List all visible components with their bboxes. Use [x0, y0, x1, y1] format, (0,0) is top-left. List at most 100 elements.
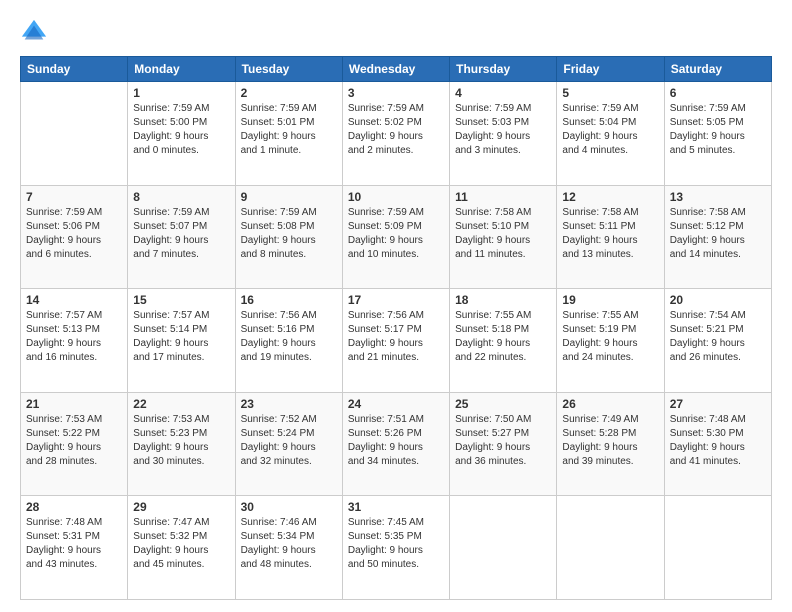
- day-number: 10: [348, 190, 444, 204]
- calendar-cell: 1 Sunrise: 7:59 AM Sunset: 5:00 PM Daylig…: [128, 82, 235, 186]
- calendar-cell: [664, 496, 771, 600]
- day-info: Sunrise: 7:59 AM Sunset: 5:04 PM Dayligh…: [562, 102, 658, 158]
- day-number: 14: [26, 293, 122, 307]
- day-info: Sunrise: 7:59 AM Sunset: 5:01 PM Dayligh…: [241, 102, 337, 158]
- day-number: 23: [241, 397, 337, 411]
- calendar-cell: 12Sunrise: 7:58 AM Sunset: 5:11 PM Dayli…: [557, 185, 664, 289]
- calendar-cell: 27Sunrise: 7:48 AM Sunset: 5:30 PM Dayli…: [664, 392, 771, 496]
- calendar-week-row: 28Sunrise: 7:48 AM Sunset: 5:31 PM Dayli…: [21, 496, 772, 600]
- calendar-cell: [21, 82, 128, 186]
- calendar-cell: 19 Sunrise: 7:55 AM Sunset: 5:19 PM Dayli…: [557, 289, 664, 393]
- calendar-cell: 25 Sunrise: 7:50 AM Sunset: 5:27 PM Dayli…: [450, 392, 557, 496]
- day-number: 7: [26, 190, 122, 204]
- day-info: Sunrise: 7:59 AM Sunset: 5:03 PM Dayligh…: [455, 102, 551, 158]
- header-day: Friday: [557, 57, 664, 82]
- day-number: 2: [241, 86, 337, 100]
- calendar-cell: 9 Sunrise: 7:59 AM Sunset: 5:08 PM Daylig…: [235, 185, 342, 289]
- day-number: 29: [133, 500, 229, 514]
- calendar-cell: 26 Sunrise: 7:49 AM Sunset: 5:28 PM Dayli…: [557, 392, 664, 496]
- calendar-cell: 22Sunrise: 7:53 AM Sunset: 5:23 PM Dayli…: [128, 392, 235, 496]
- day-info: Sunrise: 7:47 AM Sunset: 5:32 PM Dayligh…: [133, 516, 229, 572]
- day-number: 4: [455, 86, 551, 100]
- day-info: Sunrise: 7:58 AM Sunset: 5:11 PM Dayligh…: [562, 206, 658, 262]
- calendar-cell: 31 Sunrise: 7:45 AM Sunset: 5:35 PM Dayli…: [342, 496, 449, 600]
- day-info: Sunrise: 7:58 AM Sunset: 5:12 PM Dayligh…: [670, 206, 766, 262]
- day-number: 17: [348, 293, 444, 307]
- calendar-cell: 17 Sunrise: 7:56 AM Sunset: 5:17 PM Dayli…: [342, 289, 449, 393]
- calendar-header: SundayMondayTuesdayWednesdayThursdayFrid…: [21, 57, 772, 82]
- day-info: Sunrise: 7:48 AM Sunset: 5:31 PM Dayligh…: [26, 516, 122, 572]
- calendar-cell: 8 Sunrise: 7:59 AM Sunset: 5:07 PM Daylig…: [128, 185, 235, 289]
- calendar-cell: 3Sunrise: 7:59 AM Sunset: 5:02 PM Daylig…: [342, 82, 449, 186]
- page: SundayMondayTuesdayWednesdayThursdayFrid…: [0, 0, 792, 612]
- day-number: 15: [133, 293, 229, 307]
- day-info: Sunrise: 7:48 AM Sunset: 5:30 PM Dayligh…: [670, 413, 766, 469]
- day-number: 20: [670, 293, 766, 307]
- day-number: 21: [26, 397, 122, 411]
- calendar-cell: 21 Sunrise: 7:53 AM Sunset: 5:22 PM Dayli…: [21, 392, 128, 496]
- day-info: Sunrise: 7:50 AM Sunset: 5:27 PM Dayligh…: [455, 413, 551, 469]
- day-info: Sunrise: 7:59 AM Sunset: 5:08 PM Dayligh…: [241, 206, 337, 262]
- calendar-cell: 29 Sunrise: 7:47 AM Sunset: 5:32 PM Dayli…: [128, 496, 235, 600]
- day-info: Sunrise: 7:51 AM Sunset: 5:26 PM Dayligh…: [348, 413, 444, 469]
- calendar-cell: 18Sunrise: 7:55 AM Sunset: 5:18 PM Dayli…: [450, 289, 557, 393]
- day-number: 25: [455, 397, 551, 411]
- day-number: 30: [241, 500, 337, 514]
- day-info: Sunrise: 7:45 AM Sunset: 5:35 PM Dayligh…: [348, 516, 444, 572]
- day-number: 8: [133, 190, 229, 204]
- calendar-cell: 13 Sunrise: 7:58 AM Sunset: 5:12 PM Dayli…: [664, 185, 771, 289]
- calendar-cell: 4 Sunrise: 7:59 AM Sunset: 5:03 PM Daylig…: [450, 82, 557, 186]
- calendar-cell: [557, 496, 664, 600]
- day-info: Sunrise: 7:56 AM Sunset: 5:17 PM Dayligh…: [348, 309, 444, 365]
- day-info: Sunrise: 7:59 AM Sunset: 5:00 PM Dayligh…: [133, 102, 229, 158]
- day-info: Sunrise: 7:46 AM Sunset: 5:34 PM Dayligh…: [241, 516, 337, 572]
- day-number: 19: [562, 293, 658, 307]
- day-number: 1: [133, 86, 229, 100]
- logo-icon: [20, 18, 48, 46]
- day-number: 13: [670, 190, 766, 204]
- day-info: Sunrise: 7:57 AM Sunset: 5:13 PM Dayligh…: [26, 309, 122, 365]
- day-number: 3: [348, 86, 444, 100]
- calendar-cell: 11 Sunrise: 7:58 AM Sunset: 5:10 PM Dayli…: [450, 185, 557, 289]
- header-day: Tuesday: [235, 57, 342, 82]
- day-info: Sunrise: 7:55 AM Sunset: 5:19 PM Dayligh…: [562, 309, 658, 365]
- day-info: Sunrise: 7:59 AM Sunset: 5:07 PM Dayligh…: [133, 206, 229, 262]
- day-number: 9: [241, 190, 337, 204]
- day-number: 6: [670, 86, 766, 100]
- calendar-cell: 7 Sunrise: 7:59 AM Sunset: 5:06 PM Daylig…: [21, 185, 128, 289]
- calendar-cell: 2 Sunrise: 7:59 AM Sunset: 5:01 PM Daylig…: [235, 82, 342, 186]
- calendar-week-row: 7 Sunrise: 7:59 AM Sunset: 5:06 PM Daylig…: [21, 185, 772, 289]
- calendar-cell: 14 Sunrise: 7:57 AM Sunset: 5:13 PM Dayli…: [21, 289, 128, 393]
- calendar-cell: 20 Sunrise: 7:54 AM Sunset: 5:21 PM Dayli…: [664, 289, 771, 393]
- day-number: 22: [133, 397, 229, 411]
- calendar-cell: 5 Sunrise: 7:59 AM Sunset: 5:04 PM Daylig…: [557, 82, 664, 186]
- day-number: 24: [348, 397, 444, 411]
- header-day: Wednesday: [342, 57, 449, 82]
- calendar-body: 1 Sunrise: 7:59 AM Sunset: 5:00 PM Daylig…: [21, 82, 772, 600]
- header-day: Thursday: [450, 57, 557, 82]
- day-number: 26: [562, 397, 658, 411]
- calendar-cell: 16Sunrise: 7:56 AM Sunset: 5:16 PM Dayli…: [235, 289, 342, 393]
- day-info: Sunrise: 7:54 AM Sunset: 5:21 PM Dayligh…: [670, 309, 766, 365]
- day-info: Sunrise: 7:57 AM Sunset: 5:14 PM Dayligh…: [133, 309, 229, 365]
- calendar-week-row: 21 Sunrise: 7:53 AM Sunset: 5:22 PM Dayli…: [21, 392, 772, 496]
- header-day: Sunday: [21, 57, 128, 82]
- header-day: Saturday: [664, 57, 771, 82]
- day-number: 5: [562, 86, 658, 100]
- calendar-cell: [450, 496, 557, 600]
- day-info: Sunrise: 7:58 AM Sunset: 5:10 PM Dayligh…: [455, 206, 551, 262]
- day-number: 11: [455, 190, 551, 204]
- day-info: Sunrise: 7:53 AM Sunset: 5:22 PM Dayligh…: [26, 413, 122, 469]
- logo: [20, 18, 52, 46]
- day-info: Sunrise: 7:59 AM Sunset: 5:05 PM Dayligh…: [670, 102, 766, 158]
- day-info: Sunrise: 7:59 AM Sunset: 5:06 PM Dayligh…: [26, 206, 122, 262]
- day-number: 31: [348, 500, 444, 514]
- day-info: Sunrise: 7:49 AM Sunset: 5:28 PM Dayligh…: [562, 413, 658, 469]
- calendar-week-row: 1 Sunrise: 7:59 AM Sunset: 5:00 PM Daylig…: [21, 82, 772, 186]
- header: [20, 18, 772, 46]
- day-info: Sunrise: 7:59 AM Sunset: 5:09 PM Dayligh…: [348, 206, 444, 262]
- calendar-cell: 23 Sunrise: 7:52 AM Sunset: 5:24 PM Dayli…: [235, 392, 342, 496]
- day-info: Sunrise: 7:55 AM Sunset: 5:18 PM Dayligh…: [455, 309, 551, 365]
- day-info: Sunrise: 7:52 AM Sunset: 5:24 PM Dayligh…: [241, 413, 337, 469]
- day-number: 16: [241, 293, 337, 307]
